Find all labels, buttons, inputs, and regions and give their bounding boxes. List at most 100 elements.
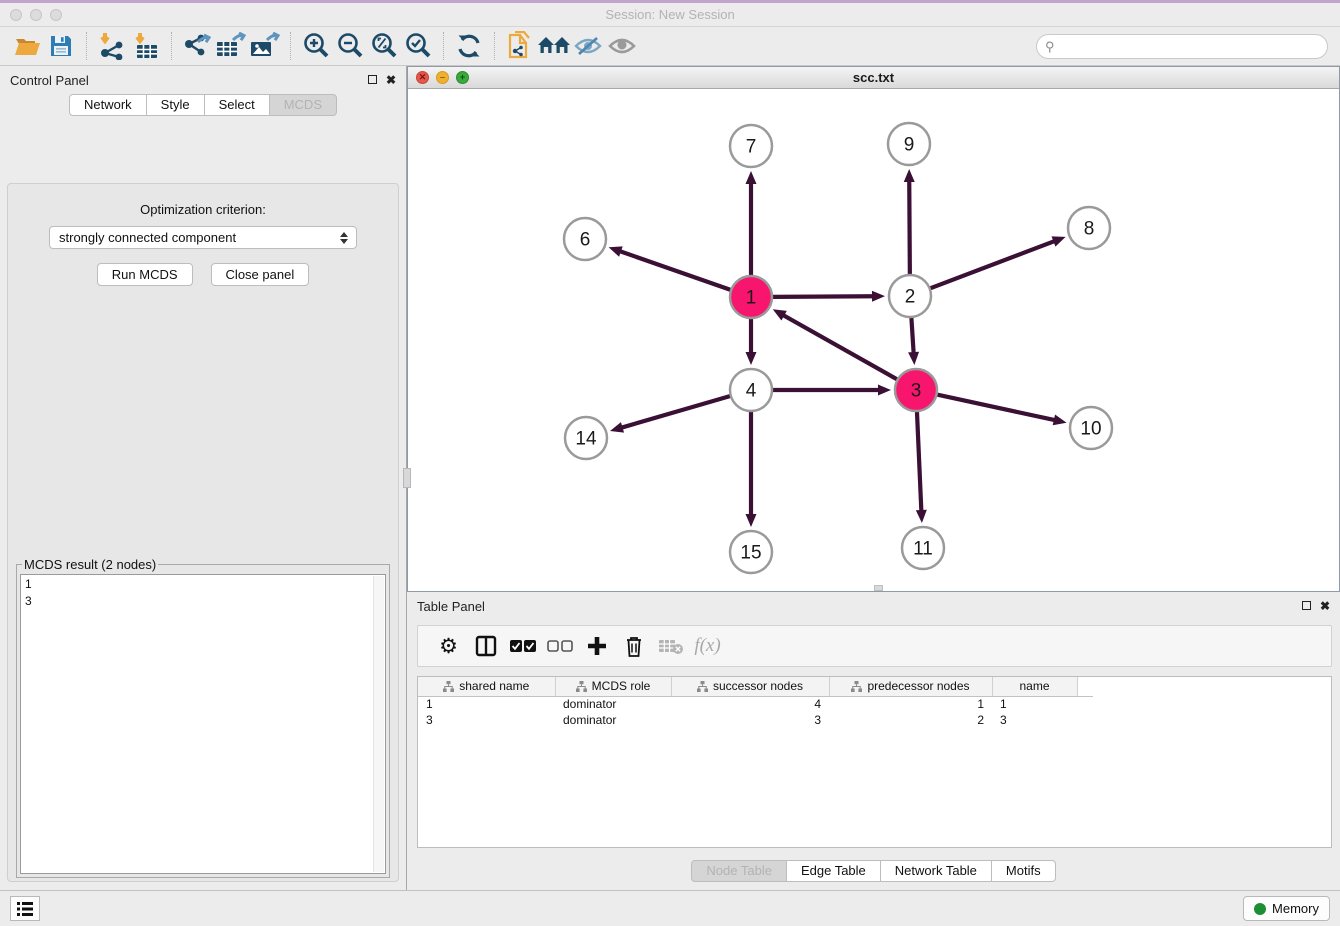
graph-node-10[interactable]: 10 bbox=[1070, 407, 1112, 449]
network-window-title: scc.txt bbox=[408, 67, 1339, 88]
export-table-icon bbox=[215, 32, 247, 60]
close-table-panel-icon[interactable]: ✖ bbox=[1320, 599, 1330, 613]
column-header-predecessor-nodes[interactable]: predecessor nodes bbox=[829, 677, 992, 696]
graph-node-7[interactable]: 7 bbox=[730, 125, 772, 167]
table-row[interactable]: 1dominator411 bbox=[418, 696, 1093, 712]
import-network-button[interactable] bbox=[95, 30, 129, 62]
network-graph[interactable]: 7 9 6 8 1 2 4 3 14 10 15 11 bbox=[408, 89, 1333, 591]
tab-style[interactable]: Style bbox=[147, 94, 205, 116]
hide-selected-button[interactable] bbox=[571, 30, 605, 62]
deselect-all-button[interactable] bbox=[541, 631, 578, 661]
graph-node-2[interactable]: 2 bbox=[889, 275, 931, 317]
first-neighbors-button[interactable] bbox=[537, 30, 571, 62]
network-canvas[interactable]: 7 9 6 8 1 2 4 3 14 10 15 11 bbox=[408, 89, 1339, 591]
graph-edge-3-11[interactable] bbox=[917, 412, 921, 512]
optimization-criterion-dropdown[interactable]: strongly connected component bbox=[49, 226, 357, 249]
canvas-splitter-grip[interactable] bbox=[874, 585, 883, 591]
refresh-icon bbox=[455, 33, 483, 59]
network-window-titlebar[interactable]: ✕ – + scc.txt bbox=[408, 67, 1339, 89]
tab-network-table[interactable]: Network Table bbox=[881, 860, 992, 882]
minimize-network-button[interactable]: – bbox=[436, 71, 449, 84]
panel-splitter-grip[interactable] bbox=[403, 468, 411, 488]
clone-network-icon bbox=[506, 31, 534, 61]
float-table-panel-icon[interactable] bbox=[1302, 599, 1311, 613]
graph-edge-2-8[interactable] bbox=[931, 241, 1056, 288]
graph-edge-2-3[interactable] bbox=[911, 318, 913, 354]
tab-motifs[interactable]: Motifs bbox=[992, 860, 1056, 882]
svg-text:10: 10 bbox=[1080, 419, 1101, 440]
cell-name[interactable]: 3 bbox=[992, 712, 1077, 728]
clone-network-button[interactable] bbox=[503, 30, 537, 62]
tab-select[interactable]: Select bbox=[205, 94, 270, 116]
close-network-button[interactable]: ✕ bbox=[416, 71, 429, 84]
cell-predecessor-nodes[interactable]: 1 bbox=[829, 696, 992, 712]
graph-node-3[interactable]: 3 bbox=[895, 369, 937, 411]
maximize-window-button[interactable] bbox=[50, 9, 62, 21]
close-panel-icon[interactable]: ✖ bbox=[386, 73, 396, 87]
graph-node-6[interactable]: 6 bbox=[564, 218, 606, 260]
column-layout-button[interactable] bbox=[467, 631, 504, 661]
graph-node-9[interactable]: 9 bbox=[888, 123, 930, 165]
zoom-network-button[interactable]: + bbox=[456, 71, 469, 84]
export-table-button[interactable] bbox=[214, 30, 248, 62]
tab-edge-table[interactable]: Edge Table bbox=[787, 860, 881, 882]
tab-network[interactable]: Network bbox=[69, 94, 147, 116]
import-table-button[interactable] bbox=[129, 30, 163, 62]
save-session-button[interactable] bbox=[44, 30, 78, 62]
graph-arrowhead bbox=[746, 352, 757, 365]
graph-node-11[interactable]: 11 bbox=[902, 527, 944, 569]
table-row[interactable]: 3dominator323 bbox=[418, 712, 1093, 728]
select-all-button[interactable] bbox=[504, 631, 541, 661]
zoom-selected-button[interactable] bbox=[401, 30, 435, 62]
task-history-button[interactable] bbox=[10, 896, 40, 921]
export-image-button[interactable] bbox=[248, 30, 282, 62]
graph-edge-1-2[interactable] bbox=[773, 296, 874, 297]
graph-edge-4-14[interactable] bbox=[621, 396, 730, 428]
tab-mcds[interactable]: MCDS bbox=[270, 94, 337, 116]
cell-MCDS-role[interactable]: dominator bbox=[555, 696, 671, 712]
cell-shared-name[interactable]: 3 bbox=[418, 712, 555, 728]
graph-edge-1-6[interactable] bbox=[619, 251, 730, 290]
column-header-successor-nodes[interactable]: successor nodes bbox=[671, 677, 829, 696]
zoom-out-button[interactable] bbox=[333, 30, 367, 62]
search-input[interactable] bbox=[1059, 40, 1327, 54]
add-column-button[interactable] bbox=[578, 631, 615, 661]
open-session-button[interactable] bbox=[10, 30, 44, 62]
run-mcds-button[interactable]: Run MCDS bbox=[97, 263, 193, 286]
cell-successor-nodes[interactable]: 4 bbox=[671, 696, 829, 712]
column-header-MCDS-role[interactable]: MCDS role bbox=[555, 677, 671, 696]
cell-shared-name[interactable]: 1 bbox=[418, 696, 555, 712]
cell-MCDS-role[interactable]: dominator bbox=[555, 712, 671, 728]
graph-node-8[interactable]: 8 bbox=[1068, 207, 1110, 249]
graph-node-15[interactable]: 15 bbox=[730, 531, 772, 573]
column-header-shared-name[interactable]: shared name bbox=[418, 677, 555, 696]
result-scrollbar[interactable] bbox=[373, 576, 384, 872]
minimize-window-button[interactable] bbox=[30, 9, 42, 21]
cell-predecessor-nodes[interactable]: 2 bbox=[829, 712, 992, 728]
mcds-result-text[interactable]: 1 3 bbox=[20, 574, 386, 874]
graph-node-1[interactable]: 1 bbox=[730, 276, 772, 318]
close-window-button[interactable] bbox=[10, 9, 22, 21]
cell-successor-nodes[interactable]: 3 bbox=[671, 712, 829, 728]
graph-edge-3-1[interactable] bbox=[782, 315, 896, 380]
tab-node-table[interactable]: Node Table bbox=[691, 860, 787, 882]
graph-arrowhead bbox=[609, 246, 623, 256]
graph-node-14[interactable]: 14 bbox=[565, 417, 607, 459]
node-table[interactable]: shared nameMCDS rolesuccessor nodesprede… bbox=[417, 676, 1332, 848]
cell-name[interactable]: 1 bbox=[992, 696, 1077, 712]
memory-button[interactable]: Memory bbox=[1243, 896, 1330, 921]
close-panel-button[interactable]: Close panel bbox=[211, 263, 310, 286]
graph-edge-3-10[interactable] bbox=[937, 395, 1055, 421]
zoom-in-button[interactable] bbox=[299, 30, 333, 62]
show-all-button[interactable] bbox=[605, 30, 639, 62]
zoom-fit-button[interactable] bbox=[367, 30, 401, 62]
float-panel-icon[interactable] bbox=[368, 73, 377, 87]
column-header-name[interactable]: name bbox=[992, 677, 1077, 696]
refresh-layout-button[interactable] bbox=[452, 30, 486, 62]
table-settings-button[interactable]: ⚙ bbox=[430, 631, 467, 661]
delete-column-button[interactable] bbox=[615, 631, 652, 661]
export-network-button[interactable] bbox=[180, 30, 214, 62]
search-box[interactable]: ⚲ bbox=[1036, 34, 1328, 59]
graph-edge-2-9[interactable] bbox=[909, 180, 910, 274]
graph-node-4[interactable]: 4 bbox=[730, 369, 772, 411]
